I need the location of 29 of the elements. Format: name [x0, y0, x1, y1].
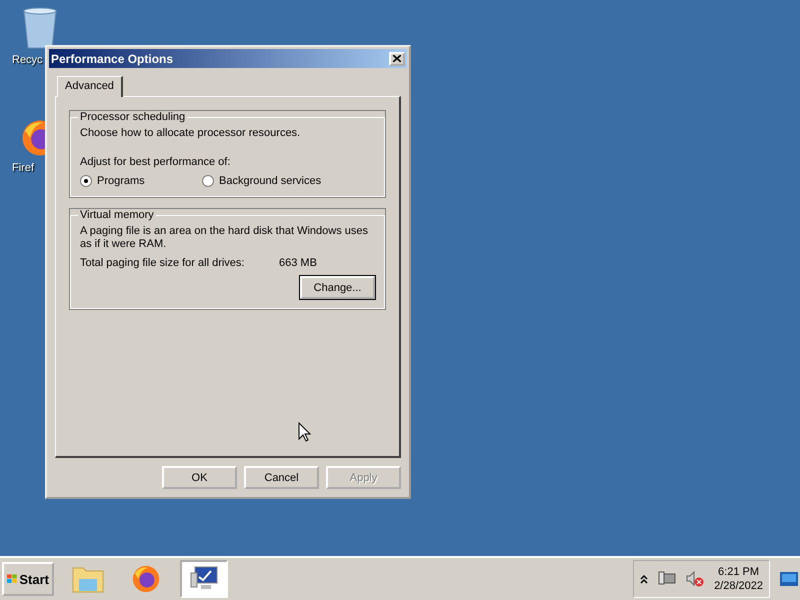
group-title: Processor scheduling	[79, 111, 186, 123]
window-title: Performance Options	[51, 52, 174, 66]
description-text: Choose how to allocate processor resources.	[80, 127, 302, 140]
dialog-button[interactable]: OK	[162, 466, 237, 489]
network-icon[interactable]	[658, 571, 676, 587]
speaker-muted-icon[interactable]	[686, 571, 704, 587]
description-text: A paging file is an area on the hard disk that Windows uses as if it were RAM.	[80, 225, 370, 251]
desktop-icon-label[interactable]: Firef	[12, 162, 34, 174]
close-button[interactable]	[389, 52, 405, 66]
start-button[interactable]: Start	[2, 562, 54, 596]
tab[interactable]: Advanced	[57, 76, 123, 97]
prompt-text: Adjust for best performance of:	[80, 156, 232, 169]
cursor-icon	[298, 422, 312, 442]
size-label: Total paging file size for all drives:	[80, 257, 246, 270]
clock-time[interactable]: 6:21 PM	[718, 565, 760, 579]
dialog-button[interactable]: Cancel	[244, 466, 319, 489]
size-value: 663 MB	[279, 257, 318, 270]
radio-icon[interactable]	[80, 175, 92, 187]
taskbar-button[interactable]	[180, 560, 228, 598]
close-icon[interactable]	[393, 55, 401, 62]
radio-icon[interactable]	[202, 175, 214, 187]
desktop-icon-label[interactable]: Recyc	[12, 54, 43, 66]
change-button[interactable]: Change...	[300, 276, 375, 299]
chevron-up-icon[interactable]	[640, 574, 648, 584]
radio-option[interactable]: Programs	[80, 175, 202, 187]
radio-option[interactable]: Background services	[202, 175, 375, 187]
group-title: Virtual memory	[79, 209, 155, 221]
clock-date[interactable]: 2/28/2022	[714, 579, 763, 593]
browser-icon[interactable]	[131, 564, 161, 594]
